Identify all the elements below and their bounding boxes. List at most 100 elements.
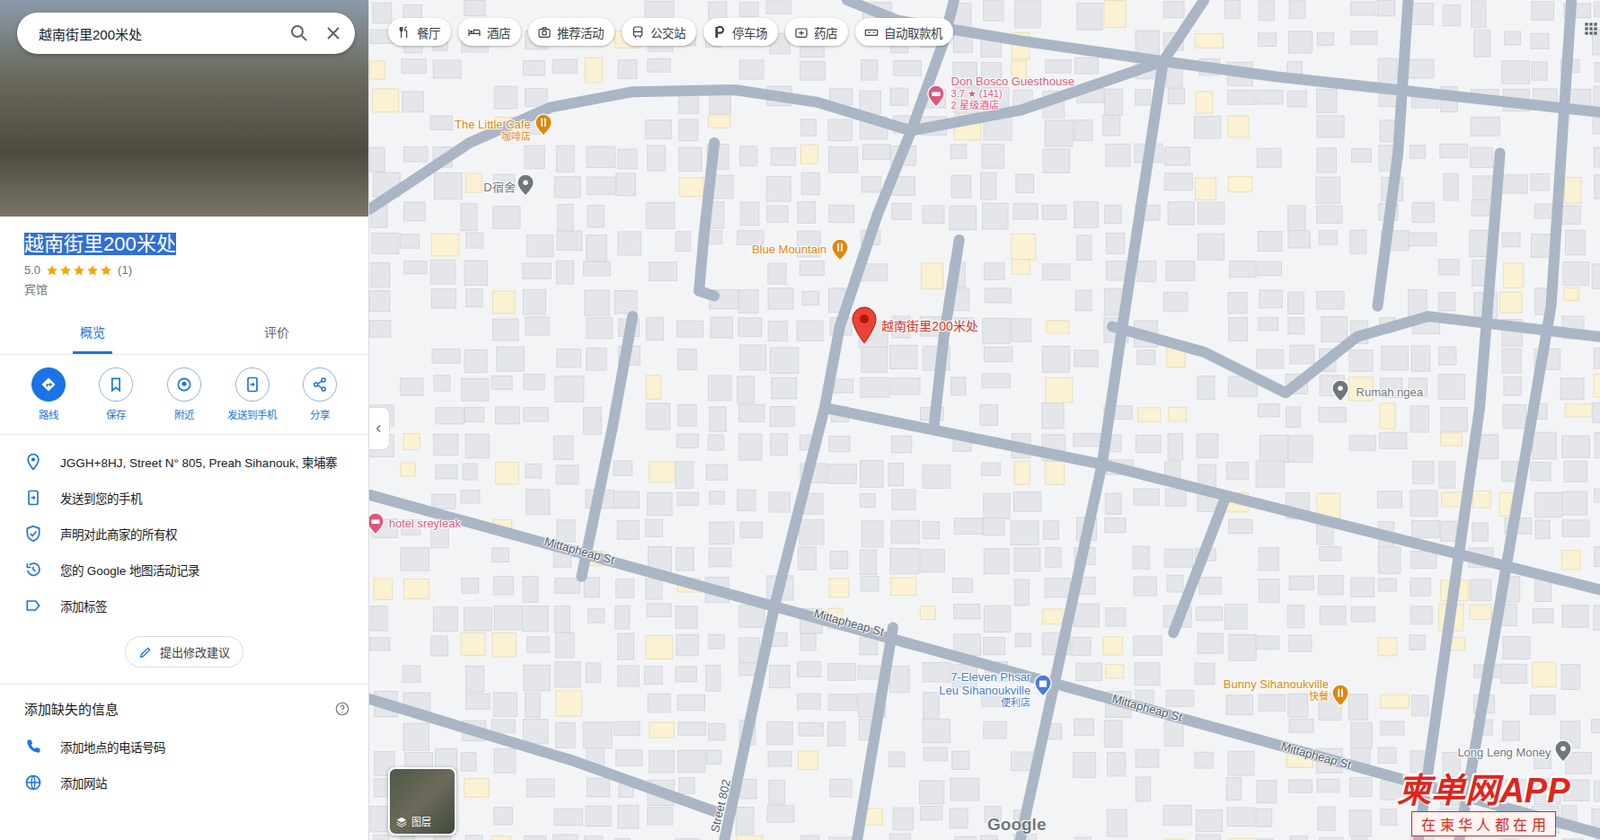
info-row[interactable]: 声明对此商家的所有权 (0, 515, 369, 552)
search-icon[interactable] (288, 22, 310, 45)
action-circle[interactable] (98, 367, 133, 402)
suggest-wrap: 提出修改建议 (0, 636, 369, 668)
info-text: 发送到您的手机 (60, 488, 142, 507)
camera-icon (537, 25, 552, 40)
apps-button[interactable] (1582, 19, 1600, 42)
apps-grid-icon[interactable] (1582, 19, 1600, 38)
place-pin-icon[interactable] (515, 173, 536, 197)
action-button[interactable]: 保存 (82, 367, 151, 422)
action-button[interactable]: 附近 (150, 367, 219, 422)
info-row[interactable]: 添加标签 (0, 587, 369, 624)
selected-place-pin-icon[interactable] (851, 306, 877, 348)
place-label[interactable]: Rumah ngea (1356, 385, 1424, 399)
rating-value: 5.0 (24, 263, 41, 277)
place-title-text: 越南街里200米处 (24, 232, 177, 256)
star-icon (86, 264, 99, 277)
help-icon[interactable] (334, 700, 351, 717)
action-button[interactable]: 发送到手机 (218, 367, 287, 422)
place-label[interactable]: Bunny Sihanoukville快餐 (1223, 677, 1329, 703)
star-icon (59, 264, 72, 277)
missing-info-row[interactable]: 添加网站 (0, 764, 369, 801)
place-pin-icon[interactable] (830, 238, 850, 262)
place-category[interactable]: 宾馆 (24, 280, 347, 298)
category-chip[interactable]: 停车场 (703, 17, 778, 46)
place-pin-icon[interactable] (369, 512, 386, 536)
category-chips: 餐厅酒店推荐活动公交站停车场 药店自动取款机 (388, 17, 954, 46)
place-photo[interactable]: 越南街里200米处 (0, 0, 369, 217)
tab-label: 评价 (256, 322, 297, 354)
category-chip[interactable]: 药店 (785, 17, 849, 46)
place-label[interactable]: hotel sreyleak (388, 516, 461, 531)
place-pin-icon[interactable] (533, 113, 554, 137)
search-input[interactable]: 越南街里200米处 (38, 24, 276, 44)
category-chip[interactable]: 酒店 (458, 17, 522, 46)
action-circle[interactable] (31, 367, 66, 402)
action-button[interactable]: 路线 (14, 367, 83, 422)
missing-info-title: 添加缺失的信息 (24, 698, 119, 718)
info-row[interactable]: 发送到您的手机 (0, 479, 369, 516)
tab[interactable]: 概览 (0, 311, 185, 354)
category-chip[interactable]: 餐厅 (388, 17, 451, 46)
chip-label: 药店 (813, 23, 838, 42)
missing-info-text: 添加网站 (60, 773, 107, 792)
place-label[interactable]: D宿舍 (483, 180, 515, 195)
nearby-icon (175, 375, 194, 394)
place-label[interactable]: The Little Cafe咖啡店 (454, 117, 531, 143)
location-icon (24, 452, 43, 471)
shield-check-icon (24, 524, 43, 543)
place-name: hotel sreyleak (388, 516, 461, 531)
close-icon[interactable] (322, 22, 345, 45)
place-name: Don Bosco Guesthouse (951, 74, 1075, 89)
place-label[interactable]: 7-Eleven PhsarLeu Sihanoukville便利店 (938, 670, 1031, 709)
street-label: Mittapheap St (812, 606, 885, 639)
layers-button[interactable]: 图层 (388, 767, 457, 836)
place-label[interactable]: Long Leng Money (1457, 745, 1551, 760)
info-row[interactable]: 您的 Google 地图活动记录 (0, 551, 369, 588)
phone-icon (24, 737, 43, 756)
place-label[interactable]: Blue Mountain (751, 242, 827, 257)
place-detail: 2 星级酒店 (951, 99, 1075, 112)
watermark-title: 柬单网APP (1396, 771, 1570, 810)
category-chip[interactable]: 公交站 (621, 17, 697, 46)
pharmacy-icon (794, 25, 809, 40)
star-icon (72, 264, 86, 277)
missing-info-row[interactable]: 添加地点的电话号码 (0, 728, 369, 765)
place-title: 越南街里200米处 (24, 230, 347, 258)
place-detail: 咖啡店 (454, 131, 531, 143)
action-label: 分享 (309, 406, 330, 422)
place-pin-icon[interactable] (1330, 379, 1351, 403)
search-box[interactable]: 越南街里200米处 (17, 12, 355, 54)
action-circle[interactable] (302, 367, 337, 402)
category-chip[interactable]: 推荐活动 (528, 17, 615, 46)
map-canvas[interactable]: Mittapheap StMittapheap StMittapheap StM… (369, 0, 1600, 840)
tab-bar: 概览 评价 (0, 311, 369, 355)
place-pin-icon[interactable] (1553, 739, 1574, 763)
selected-place-label[interactable]: 越南街里200米处 (881, 319, 978, 334)
map-streets[interactable] (369, 0, 1600, 840)
watermark-slogan: 在 柬 华 人 都 在 用 (1411, 811, 1556, 837)
action-circle[interactable] (167, 367, 202, 402)
pencil-icon (138, 645, 153, 660)
info-row[interactable]: JGGH+8HJ, Street N° 805, Preah Sihanouk,… (0, 443, 369, 480)
category-chip[interactable]: 自动取款机 (855, 17, 954, 46)
place-pin-icon[interactable] (1033, 673, 1053, 698)
action-circle[interactable] (235, 367, 270, 402)
chip-label: 餐厅 (416, 23, 441, 42)
place-pin-icon[interactable] (1330, 683, 1351, 708)
place-name: 7-Eleven Phsar (938, 670, 1031, 684)
place-pin-icon[interactable] (926, 84, 946, 108)
action-label: 路线 (38, 406, 59, 422)
tab[interactable]: 评价 (184, 311, 369, 354)
action-button[interactable]: 分享 (285, 367, 354, 422)
action-bar: 路线 保存附近发送到手机分享 (0, 354, 369, 435)
review-count[interactable]: (1) (117, 263, 133, 277)
suggest-edit-button[interactable]: 提出修改建议 (124, 636, 244, 668)
google-logo: Google (987, 814, 1046, 835)
info-list: JGGH+8HJ, Street N° 805, Preah Sihanouk,… (0, 434, 369, 624)
rating-row: 5.0 (1) (24, 263, 347, 277)
place-label[interactable]: Don Bosco Guesthouse3.7 ★ (141)2 星级酒店 (951, 74, 1075, 112)
collapse-panel-button[interactable] (369, 406, 390, 451)
divider (0, 683, 369, 685)
info-text: 您的 Google 地图活动记录 (60, 560, 200, 579)
atm-icon (864, 25, 879, 40)
